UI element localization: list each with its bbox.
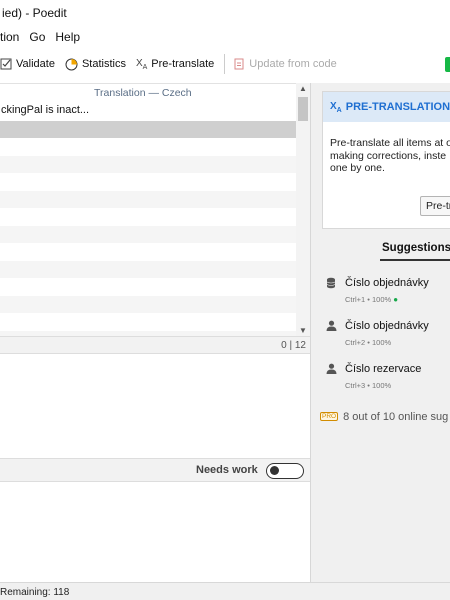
sync-status-indicator[interactable] [445, 57, 450, 72]
update-icon [234, 58, 244, 70]
source-header-bar: 0 | 12 [0, 336, 310, 354]
translate-icon: XA [135, 57, 148, 71]
first-row-text: ckingPal is inact... [1, 104, 90, 116]
translate-icon: XA [330, 100, 342, 114]
menu-go[interactable]: Go [29, 30, 45, 48]
menu-bar: tion Go Help [0, 30, 80, 48]
pretranslate-label: Pre-translate [151, 58, 215, 70]
suggestion-text: Číslo objednávky [345, 320, 429, 332]
pretranslation-card: XA PRE-TRANSLATION Pre-translate all ite… [322, 91, 450, 229]
list-item-selected[interactable] [0, 120, 296, 138]
suggestion-text: Číslo objednávky [345, 277, 429, 289]
source-text-area[interactable] [0, 354, 310, 458]
pretranslation-line-1: Pre-translate all items at o [330, 137, 450, 149]
pretranslation-description: Pre-translate all items at o making corr… [323, 122, 450, 175]
menu-help[interactable]: Help [55, 30, 80, 48]
user-icon [326, 320, 337, 334]
translation-column-header[interactable]: Translation — Czech [94, 87, 192, 99]
statistics-button[interactable]: Statistics [65, 58, 126, 71]
pretranslation-title: PRE-TRANSLATION [345, 101, 450, 113]
window-title: ied) - Poedit [2, 6, 67, 20]
translation-text-area[interactable] [0, 482, 310, 582]
needs-work-label: Needs work [196, 464, 258, 476]
character-counter: 0 | 12 [281, 340, 306, 351]
pretranslation-line-2: making corrections, inste [330, 149, 447, 162]
list-item[interactable] [0, 260, 296, 278]
needs-work-toggle[interactable] [266, 463, 304, 479]
scroll-up-icon[interactable]: ▲ [299, 84, 307, 93]
title-bar: ied) - Poedit [0, 0, 450, 26]
suggestion-meta-row: Ctrl+1 • 100% ● [345, 295, 398, 304]
suggestions-tab-underline [380, 259, 450, 261]
validate-label: Validate [16, 58, 55, 70]
pretranslate-button[interactable]: XA Pre-translate [136, 58, 214, 71]
list-item[interactable] [0, 242, 296, 261]
translation-header-bar: Needs work [0, 458, 310, 482]
validate-button[interactable]: Validate [0, 58, 55, 70]
menu-translation[interactable]: tion [0, 30, 19, 48]
pro-upsell[interactable]: PRO 8 out of 10 online sug [320, 411, 448, 423]
toolbar: Validate Statistics XA Pre-translate Upd… [0, 50, 450, 78]
suggestions-title: Suggestions [382, 242, 450, 254]
list-item[interactable] [0, 137, 296, 156]
suggestion-meta: Ctrl+1 • 100% [345, 295, 392, 304]
list-item[interactable] [0, 190, 296, 208]
check-circle-icon: ● [393, 295, 399, 304]
entries-list[interactable]: Translation — Czech [0, 83, 296, 336]
validate-icon [0, 58, 12, 70]
toolbar-separator [224, 54, 226, 74]
list-item[interactable] [0, 277, 296, 296]
remaining-count: Remaining: 118 [0, 587, 70, 598]
list-item[interactable] [0, 312, 296, 331]
scrollbar-thumb[interactable] [298, 97, 308, 121]
list-item[interactable] [0, 295, 296, 313]
toggle-knob [270, 466, 279, 475]
user-icon [326, 363, 337, 377]
update-from-code-label: Update from code [249, 58, 337, 70]
list-item[interactable] [0, 207, 296, 226]
pro-badge: PRO [320, 412, 339, 421]
database-icon [326, 277, 336, 292]
list-item[interactable] [0, 225, 296, 243]
pretranslation-header: XA PRE-TRANSLATION [323, 92, 450, 122]
suggestion-meta: Ctrl+2 • 100% [345, 338, 392, 347]
pie-chart-icon [65, 58, 78, 70]
list-item[interactable] [0, 172, 296, 191]
statistics-label: Statistics [81, 58, 126, 70]
pretranslation-line-3: one by one. [330, 162, 385, 174]
list-header: Translation — Czech [0, 84, 296, 102]
pro-upsell-text: 8 out of 10 online sug [343, 411, 449, 423]
suggestion-meta: Ctrl+3 • 100% [345, 381, 392, 390]
list-item[interactable] [0, 155, 296, 173]
scroll-down-icon[interactable]: ▼ [299, 326, 307, 335]
suggestion-text: Číslo rezervace [345, 363, 422, 375]
list-scrollbar[interactable]: ▲ ▼ [296, 83, 310, 336]
status-bar: Remaining: 118 [0, 582, 450, 600]
update-from-code-button[interactable]: Update from code [233, 58, 337, 70]
pretranslate-card-button[interactable]: Pre-tra [420, 196, 450, 216]
